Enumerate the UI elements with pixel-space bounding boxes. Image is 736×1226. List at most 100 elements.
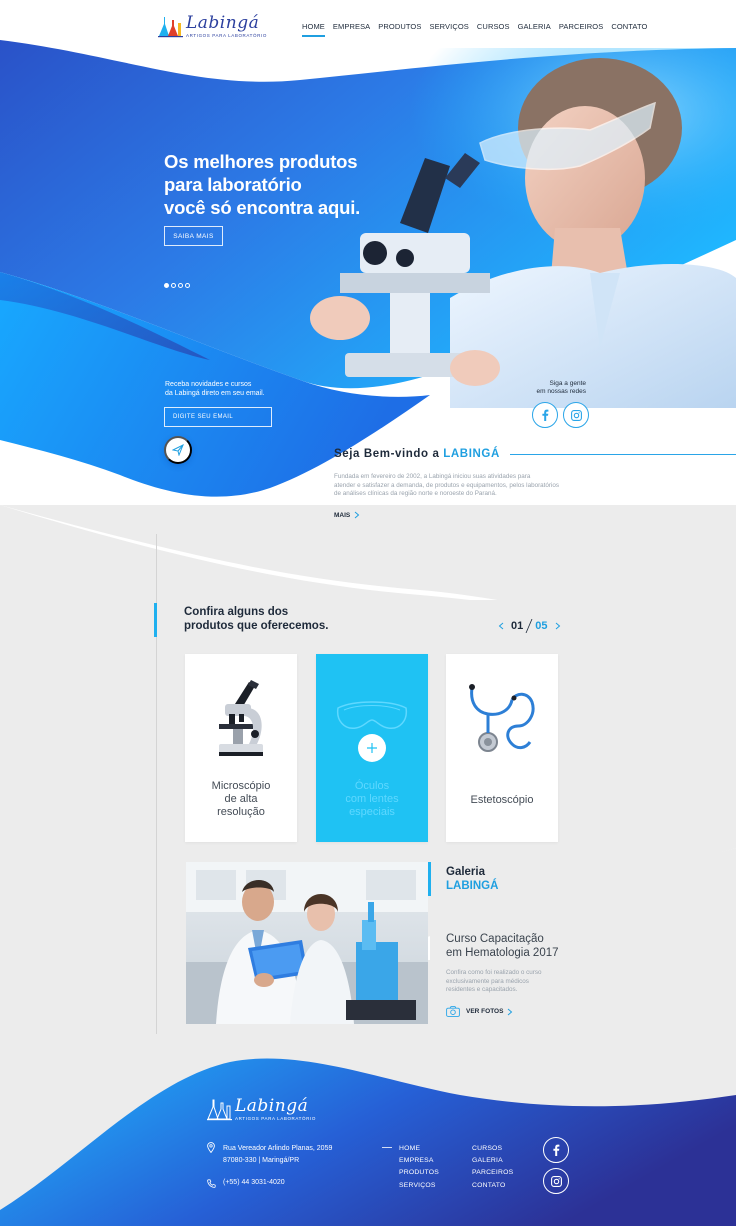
footer-links-col1: HOME EMPRESA PRODUTOS SERVIÇOS	[399, 1143, 439, 1192]
instagram-icon	[570, 409, 582, 421]
hero-headline: Os melhores produtos para laboratório vo…	[164, 150, 384, 219]
footer-link-cursos[interactable]: CURSOS	[472, 1143, 513, 1155]
gallery-text-line: residentes e capacitados.	[446, 986, 518, 993]
lab-team-photo	[186, 862, 428, 1024]
welcome-title: Seja Bem-vindo a LABINGÁ	[334, 448, 500, 460]
camera-icon	[446, 1006, 460, 1017]
footer-link-empresa[interactable]: EMPRESA	[399, 1155, 439, 1167]
stethoscope-icon	[469, 684, 535, 752]
nav-servicos[interactable]: SERVIÇOS	[429, 22, 468, 31]
flask-logo-icon	[207, 1099, 232, 1121]
product-card-highlighted[interactable]: Óculos com lentes especiais	[316, 654, 428, 842]
plus-icon	[367, 743, 377, 753]
footer-link-produtos[interactable]: PRODUTOS	[399, 1167, 439, 1179]
product-card-label-line: Microscópio	[211, 780, 271, 792]
hero-headline-line: você só encontra aqui.	[164, 197, 361, 218]
product-card[interactable]: Microscópio de alta resolução	[185, 654, 297, 842]
ver-fotos-link[interactable]: VER FOTOS	[446, 1006, 513, 1017]
instagram-link[interactable]	[563, 402, 589, 428]
product-card-label-line: Estetoscópio	[470, 794, 534, 806]
nav-produtos[interactable]: PRODUTOS	[378, 22, 421, 31]
chevron-right-icon	[508, 1008, 513, 1015]
product-card-label-line: de alta	[224, 793, 258, 805]
chevron-right-icon[interactable]	[555, 622, 561, 630]
facebook-icon	[542, 409, 549, 421]
footer-link-contato[interactable]: CONTATO	[472, 1180, 513, 1192]
paper-plane-icon	[172, 444, 184, 456]
footer-address-line: 87080-330 | Maringá/PR	[223, 1157, 300, 1164]
slider-dot[interactable]	[171, 283, 176, 288]
email-input[interactable]: DIGITE SEU EMAIL	[164, 407, 272, 427]
product-card-label: Estetoscópio	[446, 794, 558, 807]
welcome-title-prefix: Seja Bem-vindo a	[334, 448, 440, 460]
gallery-subtitle: Curso Capacitação em Hematologia 2017	[446, 933, 596, 960]
products-title-line: produtos que oferecemos.	[184, 619, 329, 632]
welcome-text: Fundada em fevereiro de 2002, a Labingá …	[334, 473, 596, 499]
send-email-button[interactable]	[164, 436, 192, 464]
footer-links-col2: CURSOS GALERIA PARCEIROS CONTATO	[472, 1143, 513, 1192]
facebook-link[interactable]	[532, 402, 558, 428]
flask-logo-icon	[158, 17, 183, 38]
product-card-label-line: resolução	[217, 806, 265, 818]
welcome-more-link[interactable]: MAIS	[334, 511, 360, 519]
welcome-divider	[510, 454, 736, 455]
welcome-text-line: de análises clínicas da região norte e n…	[334, 490, 497, 497]
product-card[interactable]: Estetoscópio	[446, 654, 558, 842]
instagram-icon	[550, 1175, 562, 1187]
nav-galeria[interactable]: GALERIA	[518, 22, 551, 31]
gallery-title: Galeria LABINGÁ	[446, 866, 498, 893]
footer-links-marker	[382, 1147, 392, 1148]
footer-logo[interactable]: Labingá ARTIGOS PARA LABORATÓRIO	[207, 1097, 316, 1123]
newsletter-text-line: Receba novidades e cursos	[165, 381, 252, 388]
footer-link-servicos[interactable]: SERVIÇOS	[399, 1180, 439, 1192]
slider-dot[interactable]	[185, 283, 190, 288]
product-card-label-line: Óculos	[354, 780, 390, 792]
gallery-title-brand: LABINGÁ	[446, 879, 499, 892]
footer-link-parceiros[interactable]: PARCEIROS	[472, 1167, 513, 1179]
slider-dot[interactable]	[164, 283, 169, 288]
brand-name: Labingá	[186, 13, 260, 33]
microscope-icon	[219, 680, 263, 756]
hero-headline-line: para laboratório	[164, 174, 302, 195]
footer-link-home[interactable]: HOME	[399, 1143, 439, 1155]
saiba-mais-button[interactable]: SAIBA MAIS	[164, 226, 223, 246]
footer-instagram-link[interactable]	[543, 1168, 569, 1194]
pager-total: 05	[535, 620, 548, 632]
footer-facebook-link[interactable]	[543, 1137, 569, 1163]
gallery-title-accent	[428, 862, 431, 896]
welcome-title-brand: LABINGÁ	[443, 448, 500, 460]
welcome-more-label: MAIS	[334, 511, 351, 519]
social-text-line: em nossas redes	[536, 388, 587, 395]
nav-contato[interactable]: CONTATO	[611, 22, 647, 31]
newsletter-text-line: da Labingá direto em seu email.	[165, 390, 265, 397]
main-nav: HOME EMPRESA PRODUTOS SERVIÇOS CURSOS GA…	[302, 22, 655, 37]
gallery-subtitle-line: Curso Capacitação	[446, 933, 544, 945]
nav-empresa[interactable]: EMPRESA	[333, 22, 370, 31]
social-text: Siga a gente em nossas redes	[520, 380, 587, 396]
footer-brand-name: Labingá	[235, 1096, 309, 1116]
hero-slider-dots	[164, 283, 192, 288]
hero-headline-line: Os melhores produtos	[164, 151, 358, 172]
gallery-subtitle-line: em Hematologia 2017	[446, 946, 559, 959]
footer-link-galeria[interactable]: GALERIA	[472, 1155, 513, 1167]
pager-current: 01	[511, 620, 524, 632]
products-title-line: Confira alguns dos	[184, 606, 289, 618]
newsletter-text: Receba novidades e cursos da Labingá dir…	[165, 380, 305, 398]
gallery-photo[interactable]	[186, 862, 428, 1024]
chevron-left-icon[interactable]	[498, 622, 504, 630]
brand-tagline: ARTIGOS PARA LABORATÓRIO	[186, 33, 267, 38]
slider-dot[interactable]	[178, 283, 183, 288]
gallery-text: Confira como foi realizado o curso exclu…	[446, 969, 596, 995]
nav-parceiros[interactable]: PARCEIROS	[559, 22, 604, 31]
nav-home[interactable]: HOME	[302, 22, 325, 37]
footer-phone[interactable]: (+55) 44 3031-4020	[223, 1179, 285, 1186]
footer-brand-tagline: ARTIGOS PARA LABORATÓRIO	[235, 1116, 316, 1121]
product-card-label-line: especiais	[349, 806, 395, 818]
goggles-icon	[336, 701, 408, 729]
brand-logo[interactable]: Labingá ARTIGOS PARA LABORATÓRIO	[158, 14, 267, 40]
hero-scientist-image	[310, 58, 736, 408]
add-product-button[interactable]	[358, 734, 386, 762]
nav-cursos[interactable]: CURSOS	[477, 22, 510, 31]
ver-fotos-label: VER FOTOS	[466, 1008, 504, 1015]
site-header: Labingá ARTIGOS PARA LABORATÓRIO HOME EM…	[0, 0, 736, 48]
